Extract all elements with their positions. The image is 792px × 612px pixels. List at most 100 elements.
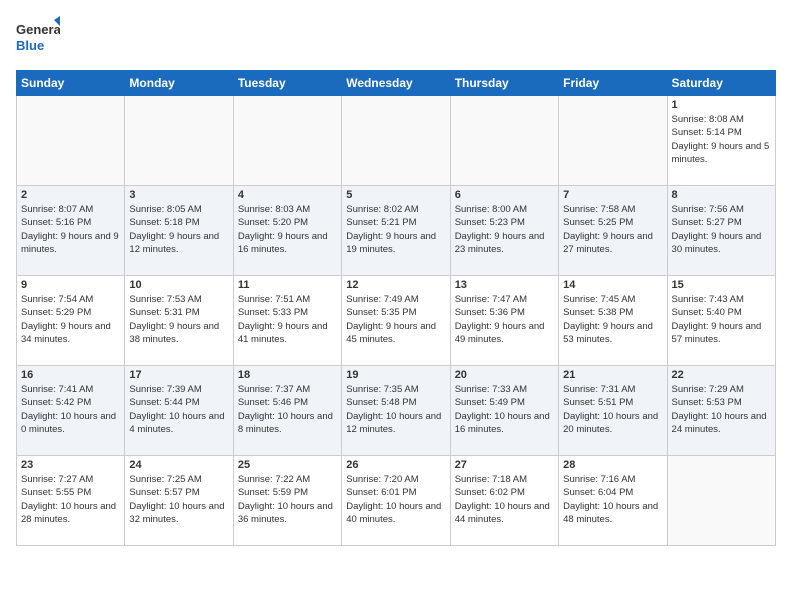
day-info: Sunrise: 7:37 AM Sunset: 5:46 PM Dayligh… bbox=[238, 383, 337, 436]
day-number: 13 bbox=[455, 279, 554, 291]
calendar-day-cell: 28 Sunrise: 7:16 AM Sunset: 6:04 PM Dayli… bbox=[559, 456, 667, 546]
day-info: Sunrise: 7:41 AM Sunset: 5:42 PM Dayligh… bbox=[21, 383, 120, 436]
day-number: 9 bbox=[21, 279, 120, 291]
calendar-day-cell: 16 Sunrise: 7:41 AM Sunset: 5:42 PM Dayli… bbox=[17, 366, 125, 456]
calendar-day-cell: 19 Sunrise: 7:35 AM Sunset: 5:48 PM Dayli… bbox=[342, 366, 450, 456]
calendar-day-cell: 4 Sunrise: 8:03 AM Sunset: 5:20 PM Daylig… bbox=[233, 186, 341, 276]
day-info: Sunrise: 7:49 AM Sunset: 5:35 PM Dayligh… bbox=[346, 293, 445, 346]
calendar-day-cell bbox=[667, 456, 775, 546]
calendar-day-cell: 14 Sunrise: 7:45 AM Sunset: 5:38 PM Dayli… bbox=[559, 276, 667, 366]
calendar-day-cell: 12 Sunrise: 7:49 AM Sunset: 5:35 PM Dayli… bbox=[342, 276, 450, 366]
day-info: Sunrise: 7:31 AM Sunset: 5:51 PM Dayligh… bbox=[563, 383, 662, 436]
calendar-day-cell bbox=[233, 96, 341, 186]
day-info: Sunrise: 7:58 AM Sunset: 5:25 PM Dayligh… bbox=[563, 203, 662, 256]
day-number: 24 bbox=[129, 459, 228, 471]
day-info: Sunrise: 7:54 AM Sunset: 5:29 PM Dayligh… bbox=[21, 293, 120, 346]
calendar-day-cell: 26 Sunrise: 7:20 AM Sunset: 6:01 PM Dayli… bbox=[342, 456, 450, 546]
calendar-day-cell: 6 Sunrise: 8:00 AM Sunset: 5:23 PM Daylig… bbox=[450, 186, 558, 276]
svg-text:General: General bbox=[16, 22, 60, 37]
day-number: 17 bbox=[129, 369, 228, 381]
day-number: 22 bbox=[672, 369, 771, 381]
calendar-week-row: 16 Sunrise: 7:41 AM Sunset: 5:42 PM Dayli… bbox=[17, 366, 776, 456]
calendar-day-cell: 3 Sunrise: 8:05 AM Sunset: 5:18 PM Daylig… bbox=[125, 186, 233, 276]
day-info: Sunrise: 7:45 AM Sunset: 5:38 PM Dayligh… bbox=[563, 293, 662, 346]
day-info: Sunrise: 7:43 AM Sunset: 5:40 PM Dayligh… bbox=[672, 293, 771, 346]
day-number: 15 bbox=[672, 279, 771, 291]
day-info: Sunrise: 7:27 AM Sunset: 5:55 PM Dayligh… bbox=[21, 473, 120, 526]
calendar-day-cell: 22 Sunrise: 7:29 AM Sunset: 5:53 PM Dayli… bbox=[667, 366, 775, 456]
day-number: 14 bbox=[563, 279, 662, 291]
day-number: 21 bbox=[563, 369, 662, 381]
calendar-day-cell: 25 Sunrise: 7:22 AM Sunset: 5:59 PM Dayli… bbox=[233, 456, 341, 546]
day-of-week-header: Tuesday bbox=[233, 71, 341, 96]
day-number: 16 bbox=[21, 369, 120, 381]
calendar-day-cell bbox=[17, 96, 125, 186]
calendar-week-row: 1Sunrise: 8:08 AM Sunset: 5:14 PM Daylig… bbox=[17, 96, 776, 186]
day-of-week-header: Saturday bbox=[667, 71, 775, 96]
calendar-day-cell: 21 Sunrise: 7:31 AM Sunset: 5:51 PM Dayli… bbox=[559, 366, 667, 456]
calendar-day-cell: 7 Sunrise: 7:58 AM Sunset: 5:25 PM Daylig… bbox=[559, 186, 667, 276]
day-number: 1 bbox=[672, 99, 771, 111]
day-number: 26 bbox=[346, 459, 445, 471]
day-info: Sunrise: 7:18 AM Sunset: 6:02 PM Dayligh… bbox=[455, 473, 554, 526]
day-number: 25 bbox=[238, 459, 337, 471]
calendar-day-cell: 13 Sunrise: 7:47 AM Sunset: 5:36 PM Dayli… bbox=[450, 276, 558, 366]
day-number: 8 bbox=[672, 189, 771, 201]
calendar-day-cell: 24Sunrise: 7:25 AM Sunset: 5:57 PM Dayli… bbox=[125, 456, 233, 546]
day-of-week-header: Sunday bbox=[17, 71, 125, 96]
day-info: Sunrise: 7:16 AM Sunset: 6:04 PM Dayligh… bbox=[563, 473, 662, 526]
days-of-week-row: SundayMondayTuesdayWednesdayThursdayFrid… bbox=[17, 71, 776, 96]
calendar-day-cell: 18 Sunrise: 7:37 AM Sunset: 5:46 PM Dayli… bbox=[233, 366, 341, 456]
calendar-week-row: 9 Sunrise: 7:54 AM Sunset: 5:29 PM Daylig… bbox=[17, 276, 776, 366]
calendar-day-cell bbox=[450, 96, 558, 186]
day-info: Sunrise: 7:22 AM Sunset: 5:59 PM Dayligh… bbox=[238, 473, 337, 526]
day-of-week-header: Friday bbox=[559, 71, 667, 96]
day-info: Sunrise: 7:29 AM Sunset: 5:53 PM Dayligh… bbox=[672, 383, 771, 436]
calendar-day-cell: 9 Sunrise: 7:54 AM Sunset: 5:29 PM Daylig… bbox=[17, 276, 125, 366]
calendar-day-cell: 8 Sunrise: 7:56 AM Sunset: 5:27 PM Daylig… bbox=[667, 186, 775, 276]
day-info: Sunrise: 7:51 AM Sunset: 5:33 PM Dayligh… bbox=[238, 293, 337, 346]
day-info: Sunrise: 7:35 AM Sunset: 5:48 PM Dayligh… bbox=[346, 383, 445, 436]
calendar-day-cell: 5Sunrise: 8:02 AM Sunset: 5:21 PM Daylig… bbox=[342, 186, 450, 276]
day-info: Sunrise: 8:03 AM Sunset: 5:20 PM Dayligh… bbox=[238, 203, 337, 256]
calendar-day-cell: 17 Sunrise: 7:39 AM Sunset: 5:44 PM Dayli… bbox=[125, 366, 233, 456]
svg-text:Blue: Blue bbox=[16, 38, 44, 53]
calendar-body: 1Sunrise: 8:08 AM Sunset: 5:14 PM Daylig… bbox=[17, 96, 776, 546]
day-number: 4 bbox=[238, 189, 337, 201]
page-header: General Blue bbox=[16, 16, 776, 60]
calendar-table: SundayMondayTuesdayWednesdayThursdayFrid… bbox=[16, 70, 776, 546]
day-number: 11 bbox=[238, 279, 337, 291]
day-info: Sunrise: 7:39 AM Sunset: 5:44 PM Dayligh… bbox=[129, 383, 228, 436]
calendar-day-cell: 27Sunrise: 7:18 AM Sunset: 6:02 PM Dayli… bbox=[450, 456, 558, 546]
day-info: Sunrise: 8:05 AM Sunset: 5:18 PM Dayligh… bbox=[129, 203, 228, 256]
day-number: 3 bbox=[129, 189, 228, 201]
day-info: Sunrise: 7:53 AM Sunset: 5:31 PM Dayligh… bbox=[129, 293, 228, 346]
day-of-week-header: Monday bbox=[125, 71, 233, 96]
calendar-day-cell: 1Sunrise: 8:08 AM Sunset: 5:14 PM Daylig… bbox=[667, 96, 775, 186]
day-number: 12 bbox=[346, 279, 445, 291]
calendar-day-cell: 23Sunrise: 7:27 AM Sunset: 5:55 PM Dayli… bbox=[17, 456, 125, 546]
calendar-day-cell bbox=[125, 96, 233, 186]
logo: General Blue bbox=[16, 16, 60, 60]
day-info: Sunrise: 8:00 AM Sunset: 5:23 PM Dayligh… bbox=[455, 203, 554, 256]
day-of-week-header: Wednesday bbox=[342, 71, 450, 96]
logo-svg: General Blue bbox=[16, 16, 60, 60]
calendar-day-cell: 20 Sunrise: 7:33 AM Sunset: 5:49 PM Dayli… bbox=[450, 366, 558, 456]
day-number: 20 bbox=[455, 369, 554, 381]
day-info: Sunrise: 7:33 AM Sunset: 5:49 PM Dayligh… bbox=[455, 383, 554, 436]
day-number: 6 bbox=[455, 189, 554, 201]
day-number: 7 bbox=[563, 189, 662, 201]
day-number: 19 bbox=[346, 369, 445, 381]
calendar-day-cell bbox=[342, 96, 450, 186]
day-of-week-header: Thursday bbox=[450, 71, 558, 96]
day-info: Sunrise: 7:56 AM Sunset: 5:27 PM Dayligh… bbox=[672, 203, 771, 256]
day-info: Sunrise: 8:07 AM Sunset: 5:16 PM Dayligh… bbox=[21, 203, 120, 256]
calendar-week-row: 23Sunrise: 7:27 AM Sunset: 5:55 PM Dayli… bbox=[17, 456, 776, 546]
calendar-day-cell: 2 Sunrise: 8:07 AM Sunset: 5:16 PM Daylig… bbox=[17, 186, 125, 276]
day-number: 28 bbox=[563, 459, 662, 471]
day-number: 2 bbox=[21, 189, 120, 201]
day-number: 18 bbox=[238, 369, 337, 381]
day-info: Sunrise: 7:47 AM Sunset: 5:36 PM Dayligh… bbox=[455, 293, 554, 346]
day-info: Sunrise: 7:20 AM Sunset: 6:01 PM Dayligh… bbox=[346, 473, 445, 526]
calendar-day-cell: 10Sunrise: 7:53 AM Sunset: 5:31 PM Dayli… bbox=[125, 276, 233, 366]
